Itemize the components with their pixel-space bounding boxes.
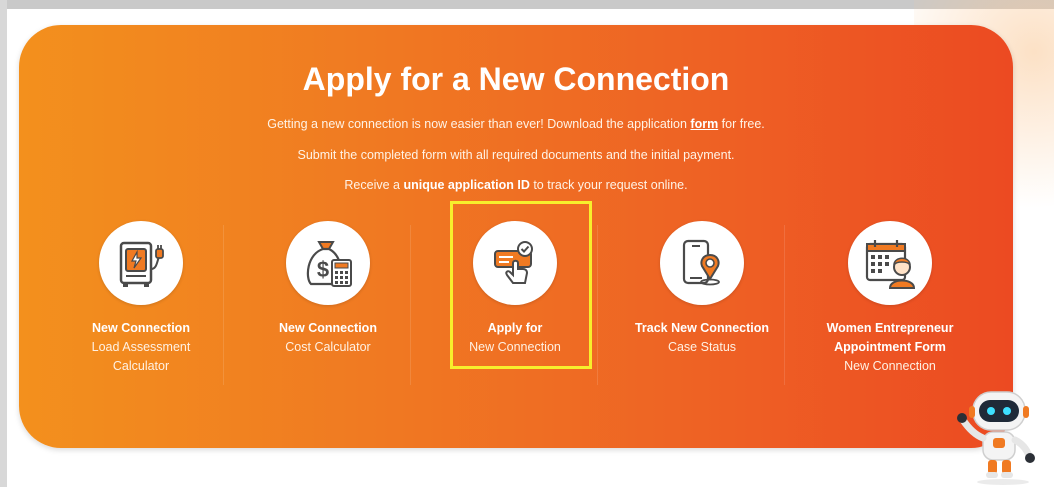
card-divider [410, 225, 411, 385]
card-subtitle: Case Status [667, 340, 737, 354]
intro-line-2: Submit the completed form with all requi… [297, 148, 735, 162]
card-divider [223, 225, 224, 385]
intro-line-3: Receive a unique application ID to track… [19, 178, 1013, 192]
card-text: Track New Connection Case Status [632, 319, 772, 357]
card-text: New Connection Load Assessment Calculato… [71, 319, 211, 376]
highlight-box [450, 201, 592, 369]
card-women-entrepreneur-appointment[interactable]: Women Entrepreneur Appointment Form New … [819, 221, 961, 391]
page-title: Apply for a New Connection [302, 61, 730, 97]
phone-location-icon [660, 221, 744, 305]
card-text: Women Entrepreneur Appointment Form New … [819, 319, 961, 376]
calendar-woman-icon [848, 221, 932, 305]
card-subtitle: New Connection [844, 359, 936, 373]
card-title: Track New Connection [634, 321, 770, 335]
card-load-assessment-calculator[interactable]: New Connection Load Assessment Calculato… [71, 221, 211, 391]
intro-line-1: Getting a new connection is now easier t… [19, 117, 1013, 131]
card-subtitle: Load Assessment Calculator [91, 340, 191, 373]
card-cost-calculator[interactable]: $ New Connection Cost Calculator [258, 221, 398, 391]
intro-line-3-end: to track your request online. [529, 178, 688, 192]
left-border [0, 0, 7, 487]
page-frame: Apply for a New Connection Getting a new… [0, 0, 1054, 487]
top-border [0, 0, 1054, 9]
intro-line-3-text: Receive a [344, 178, 404, 192]
money-bag-calculator-icon: $ [286, 221, 370, 305]
card-divider [784, 225, 785, 385]
svg-text:$: $ [317, 257, 329, 282]
card-track-case-status[interactable]: Track New Connection Case Status [632, 221, 772, 391]
intro-line-1-text: Getting a new connection is now easier t… [267, 117, 691, 131]
load-assessment-icon [99, 221, 183, 305]
card-divider [597, 225, 598, 385]
card-title: New Connection [279, 321, 377, 335]
card-title: Women Entrepreneur Appointment Form [826, 321, 954, 354]
card-subtitle: Cost Calculator [285, 340, 371, 354]
robot-assistant-icon[interactable] [955, 386, 1051, 486]
unique-id-emphasis: unique application ID [403, 178, 530, 192]
download-form-link[interactable]: form [690, 117, 718, 131]
intro-line-1-end: for free. [718, 117, 765, 131]
card-title: New Connection [92, 321, 190, 335]
card-text: New Connection Cost Calculator [258, 319, 398, 357]
